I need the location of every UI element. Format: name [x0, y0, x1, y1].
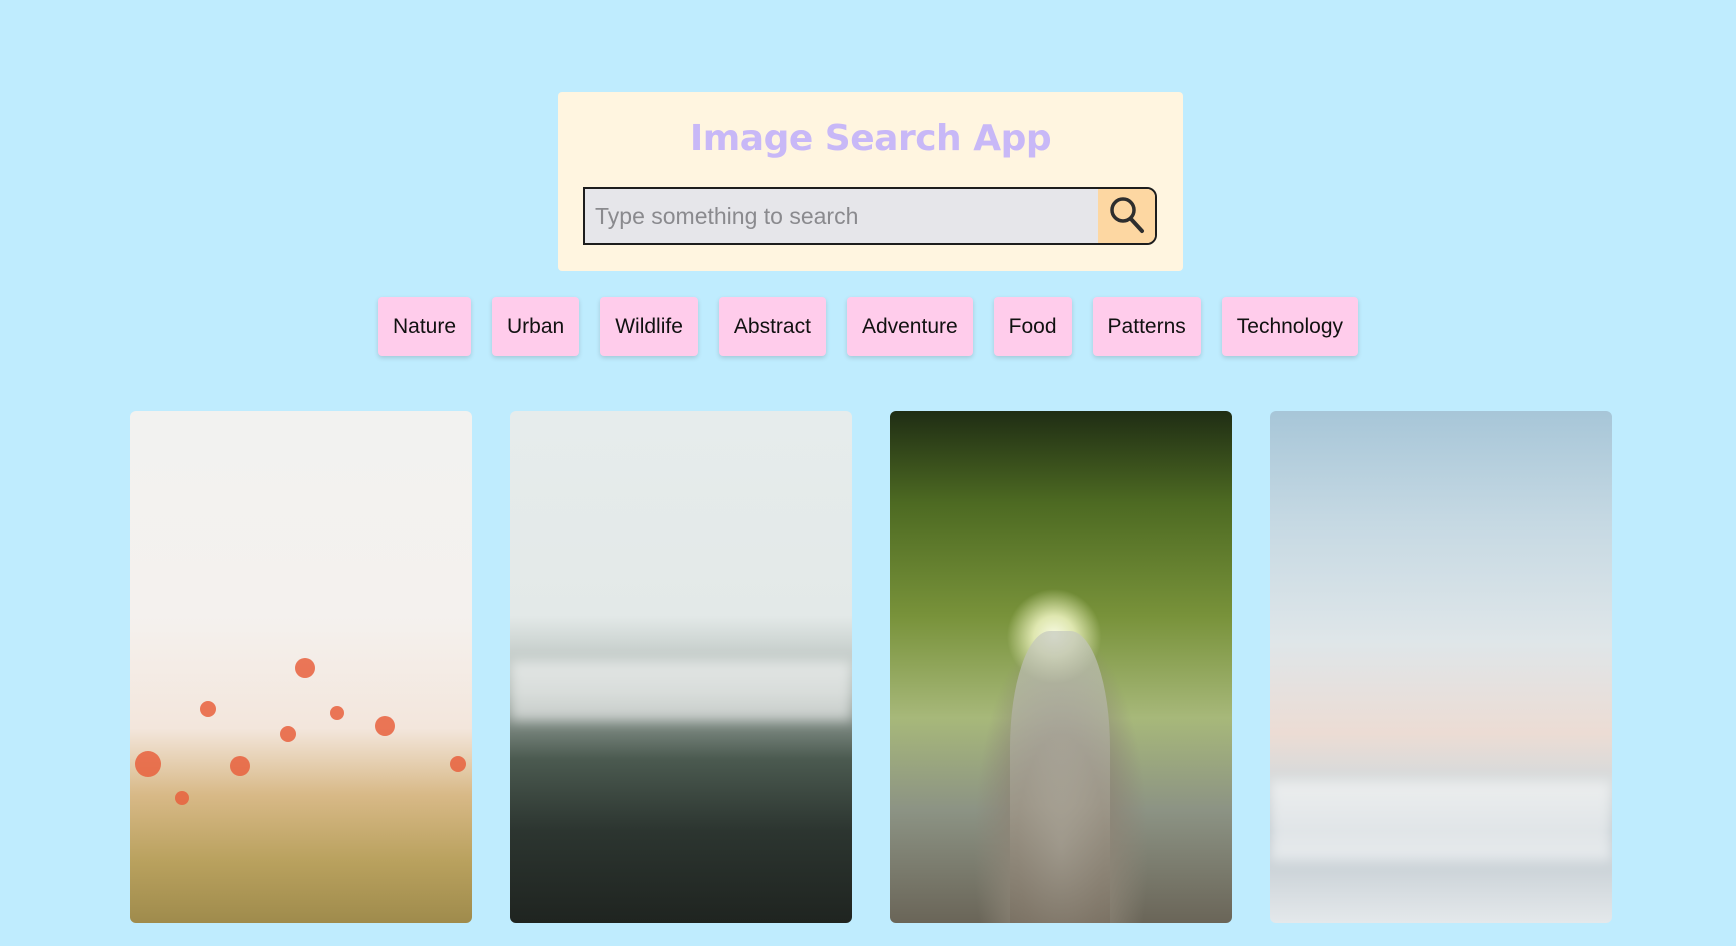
- category-button-nature[interactable]: Nature: [377, 297, 472, 356]
- category-button-urban[interactable]: Urban: [492, 297, 580, 356]
- category-bar: Nature Urban Wildlife Abstract Adventure…: [0, 297, 1736, 356]
- image-gallery: [130, 411, 1612, 923]
- app-title: Image Search App: [689, 118, 1052, 159]
- forest-fog-detail: [510, 661, 852, 721]
- gallery-image-forest[interactable]: [510, 411, 852, 923]
- search-button[interactable]: [1098, 189, 1155, 243]
- gallery-image-clouds[interactable]: [1270, 411, 1612, 923]
- search-bar: [583, 187, 1157, 245]
- category-button-patterns[interactable]: Patterns: [1092, 297, 1201, 356]
- header-card: Image Search App: [558, 92, 1183, 271]
- category-button-food[interactable]: Food: [993, 297, 1072, 356]
- tree-trunk-detail: [1010, 631, 1110, 923]
- category-button-wildlife[interactable]: Wildlife: [600, 297, 698, 356]
- search-icon: [1108, 195, 1146, 238]
- category-button-adventure[interactable]: Adventure: [846, 297, 973, 356]
- gallery-image-tree[interactable]: [890, 411, 1232, 923]
- cloud-layer-detail: [1270, 781, 1612, 861]
- gallery-image-poppies[interactable]: [130, 411, 472, 923]
- category-button-abstract[interactable]: Abstract: [718, 297, 826, 356]
- category-button-technology[interactable]: Technology: [1221, 297, 1359, 356]
- search-input[interactable]: [585, 189, 1098, 243]
